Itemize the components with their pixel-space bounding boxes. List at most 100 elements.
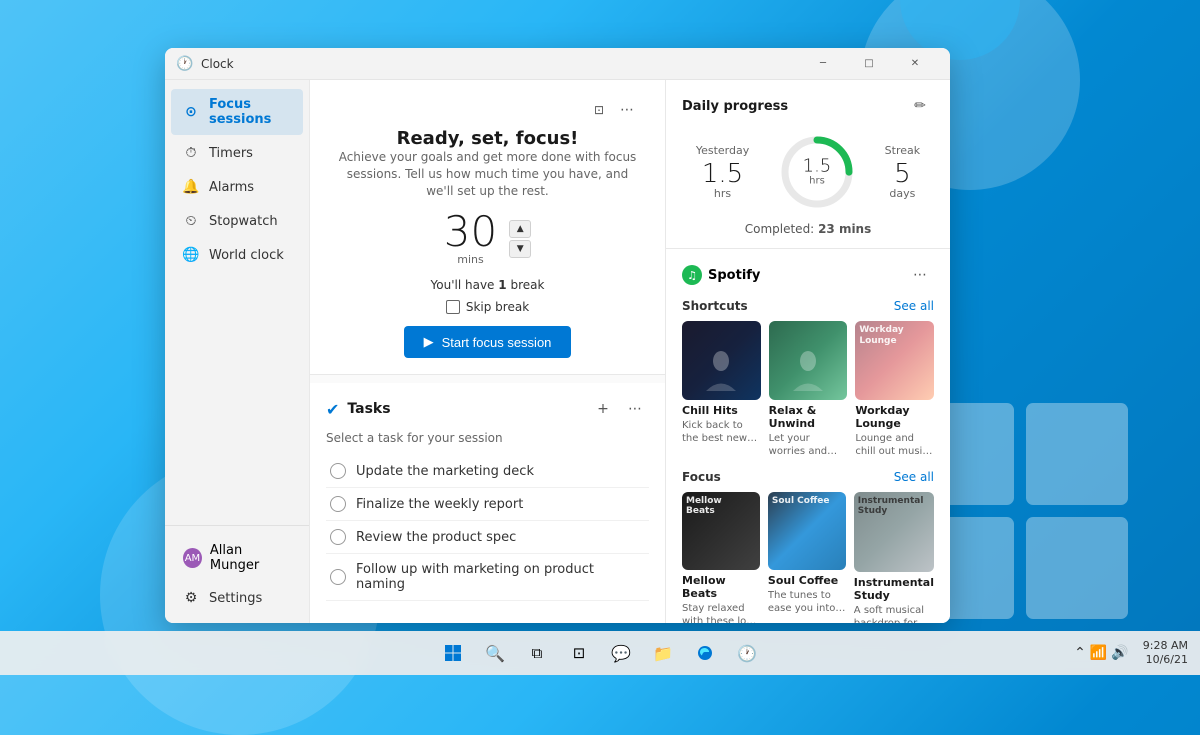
task-item[interactable]: Update the marketing deck — [326, 455, 649, 488]
completed-value: 23 mins — [818, 222, 871, 236]
task-text-1: Update the marketing deck — [356, 464, 534, 479]
streak-value: 5 — [885, 161, 920, 187]
mellow-title: Mellow Beats — [682, 574, 760, 600]
task-radio-3[interactable] — [330, 529, 346, 545]
explorer-button[interactable]: 📁 — [644, 634, 682, 672]
taskbar-clock[interactable]: 9:28 AM 10/6/21 — [1143, 639, 1188, 668]
taskbar-date-display: 10/6/21 — [1143, 653, 1188, 667]
chat-button[interactable]: 💬 — [602, 634, 640, 672]
task-text-3: Review the product spec — [356, 530, 516, 545]
mellow-thumb: MellowBeats — [682, 492, 760, 570]
wifi-icon[interactable]: 📶 — [1090, 645, 1107, 661]
sidebar-item-settings[interactable]: ⚙ Settings — [171, 582, 303, 614]
task-item[interactable]: Finalize the weekly report — [326, 488, 649, 521]
fullscreen-icon[interactable]: ⊡ — [585, 96, 613, 124]
sidebar-item-focus-sessions[interactable]: ⊙ Focus sessions — [171, 89, 303, 135]
sidebar-item-timers[interactable]: ⏱ Timers — [171, 137, 303, 169]
tasks-subtitle: Select a task for your session — [326, 431, 649, 445]
progress-title: Daily progress — [682, 99, 788, 114]
minimize-button[interactable]: ─ — [800, 48, 846, 80]
daily-goal-value: 1.5 — [803, 158, 832, 176]
chill-hits-thumb — [682, 321, 761, 400]
user-profile[interactable]: AM Allan Munger — [171, 535, 303, 581]
task-text-2: Finalize the weekly report — [356, 497, 523, 512]
play-icon: ▶ — [424, 334, 434, 350]
shortcuts-header: Shortcuts See all — [682, 299, 934, 313]
taskbar-icons: 🔍 ⧉ ⊡ 💬 📁 🕐 — [434, 634, 766, 672]
task-radio-4[interactable] — [330, 569, 346, 585]
chill-hits-title: Chill Hits — [682, 404, 761, 417]
daily-goal-donut: 1.5 hrs — [777, 132, 857, 212]
spotify-icon: ♫ — [682, 265, 702, 285]
user-name: Allan Munger — [210, 543, 291, 573]
workday-title: Workday Lounge — [855, 404, 934, 430]
timers-icon: ⏱ — [183, 145, 199, 161]
maximize-button[interactable]: □ — [846, 48, 892, 80]
sidebar-item-stopwatch[interactable]: ⏲ Stopwatch — [171, 205, 303, 237]
taskbar-time-display: 9:28 AM — [1143, 639, 1188, 653]
spotify-header: ♫ Spotify ⋯ — [682, 261, 934, 289]
sidebar-item-alarms[interactable]: 🔔 Alarms — [171, 171, 303, 203]
task-item[interactable]: Follow up with marketing on product nami… — [326, 554, 649, 601]
avatar: AM — [183, 548, 202, 568]
daily-goal-unit: hrs — [803, 176, 832, 187]
see-all-shortcuts-button[interactable]: See all — [894, 299, 934, 313]
edit-progress-button[interactable]: ✏ — [906, 92, 934, 120]
tasks-title: Tasks — [347, 401, 390, 417]
progress-stats: Yesterday 1.5 hrs 1.5 hrs — [682, 132, 934, 212]
yesterday-label: Yesterday — [696, 144, 749, 157]
see-all-focus-button[interactable]: See all — [894, 470, 934, 484]
spotify-more-button[interactable]: ⋯ — [906, 261, 934, 289]
more-options-icon[interactable]: ⋯ — [613, 96, 641, 124]
spotify-name: Spotify — [708, 268, 760, 283]
soul-desc: The tunes to ease you into your day... — [768, 589, 846, 615]
tasks-header: ✔ Tasks + ⋯ — [326, 395, 649, 423]
time-decrease-button[interactable]: ▼ — [509, 240, 531, 258]
focus-header: ⊡ ⋯ — [334, 96, 641, 124]
music-card-soul[interactable]: Soul Coffee Soul Coffee The tunes to eas… — [768, 492, 846, 623]
music-card-instrumental[interactable]: InstrumentalStudy Instrumental Study A s… — [854, 492, 934, 623]
relax-desc: Let your worries and cares slip away... — [769, 432, 848, 458]
music-card-mellow[interactable]: MellowBeats Mellow Beats Stay relaxed wi… — [682, 492, 760, 623]
tasks-more-button[interactable]: ⋯ — [621, 395, 649, 423]
app-icon: 🕐 — [177, 56, 193, 72]
search-button[interactable]: 🔍 — [476, 634, 514, 672]
music-card-workday[interactable]: WorkdayLounge Workday Lounge Lounge and … — [855, 321, 934, 458]
skip-break-checkbox[interactable] — [446, 300, 460, 314]
stopwatch-icon: ⏲ — [183, 213, 199, 229]
world-clock-icon: 🌐 — [183, 247, 199, 263]
sidebar-bottom: AM Allan Munger ⚙ Settings — [165, 525, 309, 615]
task-item[interactable]: Review the product spec — [326, 521, 649, 554]
music-card-relax[interactable]: Relax & Unwind Let your worries and care… — [769, 321, 848, 458]
edge-button[interactable] — [686, 634, 724, 672]
volume-icon[interactable]: 🔊 — [1111, 645, 1128, 661]
yesterday-stat: Yesterday 1.5 hrs — [696, 144, 749, 200]
add-task-button[interactable]: + — [589, 395, 617, 423]
widgets-button[interactable]: ⊡ — [560, 634, 598, 672]
task-view-button[interactable]: ⧉ — [518, 634, 556, 672]
chevron-up-icon[interactable]: ⌃ — [1074, 645, 1086, 661]
time-increase-button[interactable]: ▲ — [509, 220, 531, 238]
task-radio-2[interactable] — [330, 496, 346, 512]
music-card-chill-hits[interactable]: Chill Hits Kick back to the best new and… — [682, 321, 761, 458]
focus-section: ⊡ ⋯ Ready, set, focus! Achieve your goal… — [310, 80, 665, 375]
sidebar-item-label-stopwatch: Stopwatch — [209, 214, 278, 229]
time-control: 30 mins ▲ ▼ — [334, 211, 641, 266]
sidebar-item-world-clock[interactable]: 🌐 World clock — [171, 239, 303, 271]
daily-progress-section: Daily progress ✏ Yesterday 1.5 hrs — [666, 80, 950, 249]
spotify-brand: ♫ Spotify — [682, 265, 760, 285]
instrumental-desc: A soft musical backdrop for your... — [854, 604, 934, 623]
workday-thumb: WorkdayLounge — [855, 321, 934, 400]
close-button[interactable]: ✕ — [892, 48, 938, 80]
yesterday-value: 1.5 — [696, 161, 749, 187]
settings-label: Settings — [209, 591, 262, 606]
start-focus-button[interactable]: ▶ Start focus session — [404, 326, 572, 358]
system-tray: ⌃ 📶 🔊 — [1074, 645, 1129, 661]
start-btn-label: Start focus session — [442, 335, 552, 350]
sidebar-item-label-alarms: Alarms — [209, 180, 254, 195]
relax-title: Relax & Unwind — [769, 404, 848, 430]
clock-app-button[interactable]: 🕐 — [728, 634, 766, 672]
start-button[interactable] — [434, 634, 472, 672]
task-radio-1[interactable] — [330, 463, 346, 479]
relax-thumb — [769, 321, 848, 400]
